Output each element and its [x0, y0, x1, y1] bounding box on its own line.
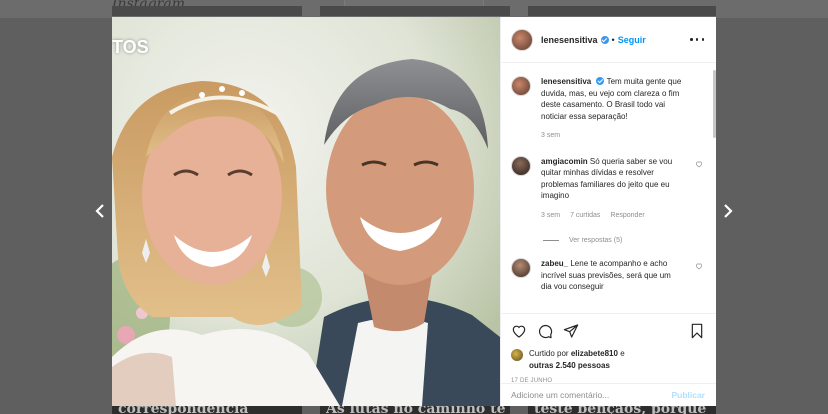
background-thumbnail [112, 6, 302, 16]
comment-input[interactable] [511, 390, 672, 400]
verified-icon [596, 77, 605, 85]
heart-icon[interactable] [695, 262, 703, 270]
view-replies-label: Ver respostas (5) [569, 237, 623, 244]
heart-icon[interactable] [511, 323, 527, 339]
scrollbar-thumb[interactable] [713, 70, 716, 138]
comment-time[interactable]: 3 sem [541, 210, 560, 222]
share-icon[interactable] [563, 323, 579, 339]
post-side-panel: lenesensitiva • Seguir lenesensitiva Tem… [500, 17, 716, 406]
avatar[interactable] [511, 76, 531, 96]
follow-button[interactable]: Seguir [618, 35, 646, 45]
photo-overlay-text: TOS [112, 37, 149, 57]
caption-meta: 3 sem [541, 130, 691, 142]
heart-icon[interactable] [695, 160, 703, 168]
chevron-left-icon [95, 204, 104, 218]
post-username[interactable]: lenesensitiva [541, 35, 598, 45]
likes-text: Curtido por elizabete810 e outras 2.540 … [529, 348, 625, 371]
background-thumbnail [320, 6, 510, 16]
comment-icon[interactable] [537, 323, 553, 339]
more-icon [701, 38, 704, 41]
background-thumbnail [528, 6, 716, 16]
post-image[interactable]: TOS [112, 17, 500, 406]
caption-body: lenesensitiva Tem muita gente que duvida… [541, 76, 691, 142]
previous-post-button[interactable] [90, 196, 110, 226]
view-replies-button[interactable]: Ver respostas (5) [543, 237, 703, 244]
separator-dot: • [611, 34, 615, 45]
liked-by-user[interactable]: elizabete810 [571, 349, 618, 358]
list-item: zabeu_ Lene te acompanho e acho incrível… [511, 258, 703, 293]
publish-button[interactable]: Publicar [671, 390, 705, 400]
more-icon [690, 38, 693, 41]
comment-likes[interactable]: 7 curtidas [570, 210, 600, 222]
avatar[interactable] [511, 155, 531, 176]
comments-scrollbar[interactable] [713, 64, 716, 311]
verified-icon [600, 35, 609, 44]
liked-by-suffix: e [620, 349, 625, 358]
divider [543, 240, 559, 241]
list-item: amgiacomin Só queria saber se vou quitar… [511, 155, 703, 222]
comment-meta: 3 sem 7 curtidas Responder [541, 210, 681, 222]
caption-time[interactable]: 3 sem [541, 130, 560, 142]
action-icons [511, 322, 705, 340]
likes-summary: Curtido por elizabete810 e outras 2.540 … [511, 348, 705, 371]
reply-button[interactable]: Responder [610, 210, 644, 222]
post-modal: TOS lenesensitiva • Seguir lenesensitiva… [112, 17, 716, 406]
avatar[interactable] [511, 258, 531, 278]
bookmark-icon[interactable] [689, 323, 705, 339]
caption-username[interactable]: lenesensitiva [541, 77, 591, 86]
comment-body: amgiacomin Só queria saber se vou quitar… [541, 156, 681, 222]
comments-list[interactable]: lenesensitiva Tem muita gente que duvida… [501, 64, 716, 311]
avatar[interactable] [511, 28, 533, 51]
avatar[interactable] [511, 349, 523, 361]
post-header: lenesensitiva • Seguir [501, 17, 716, 63]
post-photo-illustration [112, 17, 500, 406]
post-actions: Curtido por elizabete810 e outras 2.540 … [501, 313, 716, 384]
chevron-right-icon [724, 204, 733, 218]
comment-username[interactable]: zabeu_ [541, 259, 568, 268]
likes-count[interactable]: outras 2.540 pessoas [529, 361, 610, 370]
add-comment-bar: Publicar [501, 383, 716, 406]
more-options-button[interactable] [690, 35, 704, 45]
more-icon [695, 38, 699, 41]
caption: lenesensitiva Tem muita gente que duvida… [511, 76, 703, 142]
next-post-button[interactable] [718, 196, 738, 226]
liked-by-prefix: Curtido por [529, 349, 569, 358]
comment-username[interactable]: amgiacomin [541, 157, 588, 166]
comment-body: zabeu_ Lene te acompanho e acho incrível… [541, 258, 681, 293]
